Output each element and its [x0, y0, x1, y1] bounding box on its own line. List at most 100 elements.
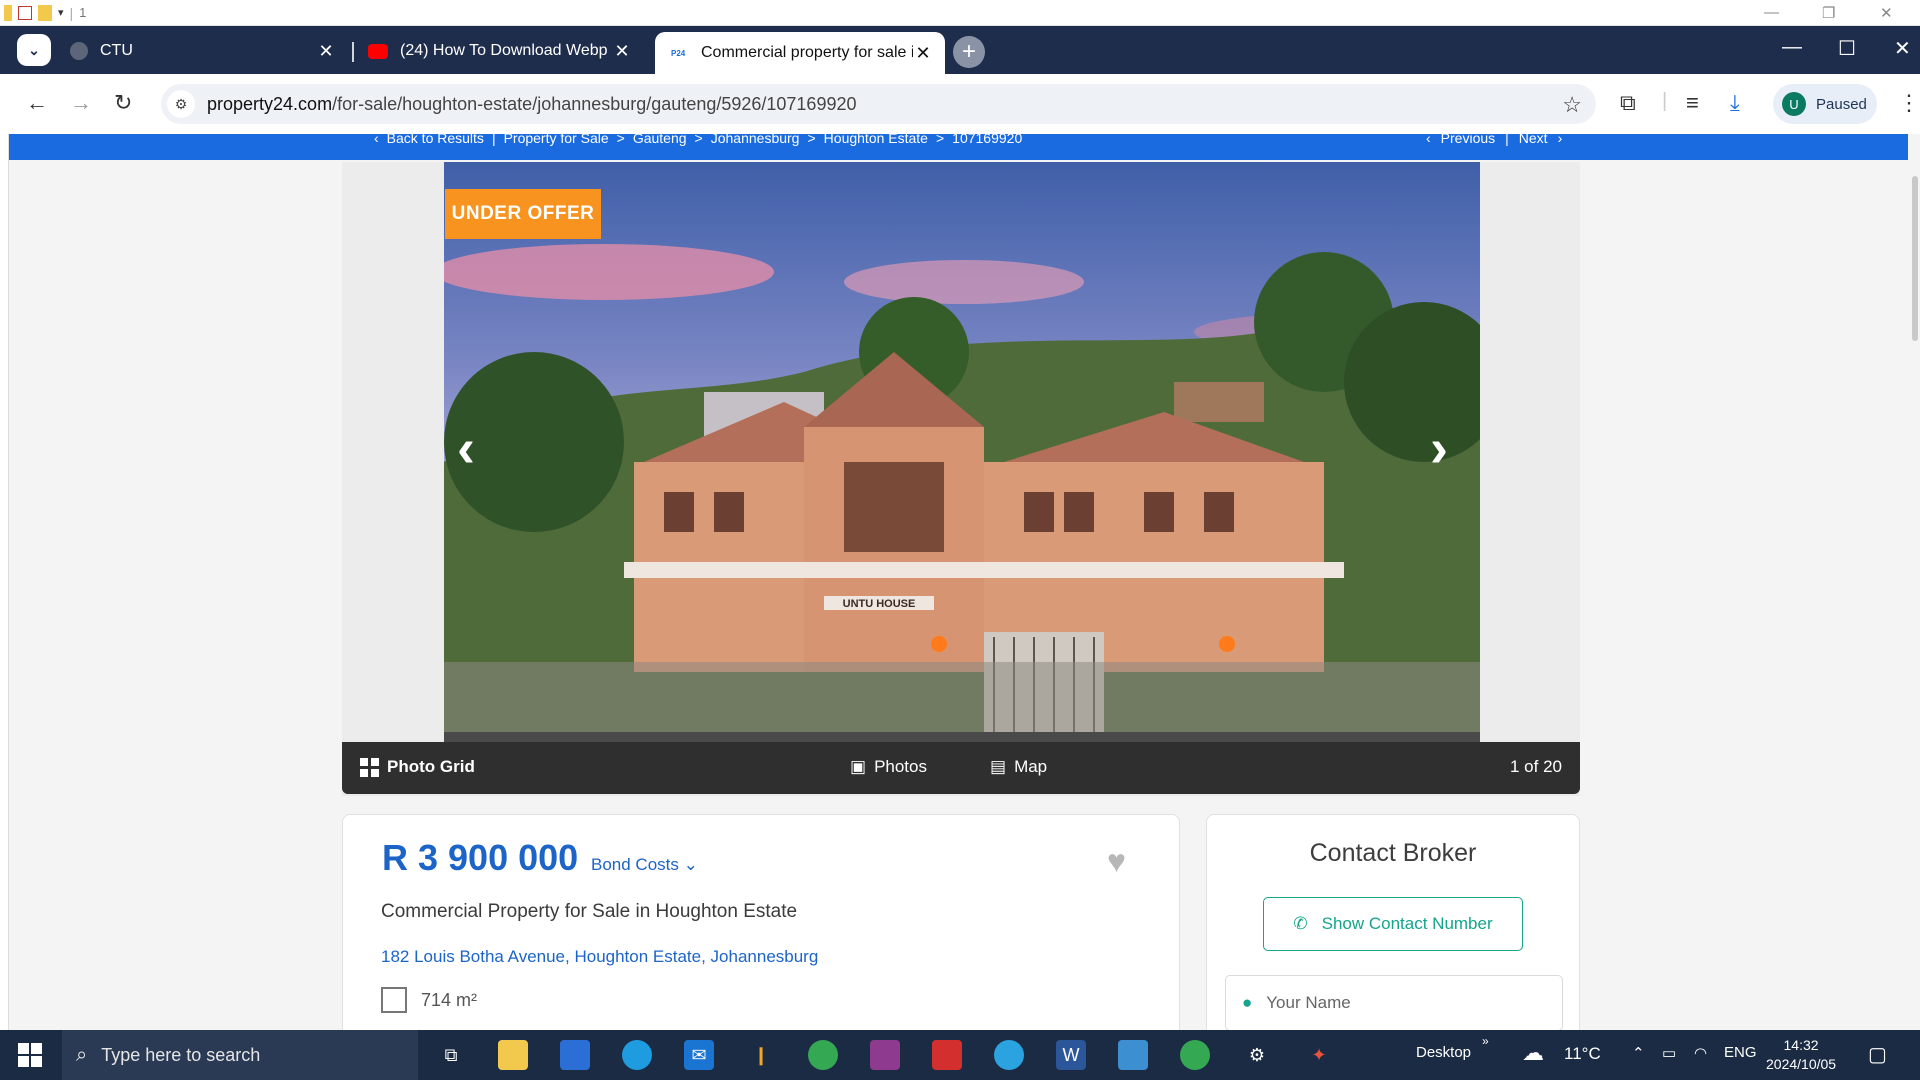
folder-icon[interactable] [4, 4, 12, 21]
download-icon[interactable]: ⤓ [1730, 90, 1740, 116]
close-tab-icon[interactable]: ✕ [316, 41, 336, 62]
settings-icon[interactable]: ⚙ [1242, 1040, 1272, 1070]
dropdown-arrow-icon[interactable]: ▾ [58, 6, 64, 19]
app-icon[interactable]: ❙ [746, 1040, 776, 1070]
previous-photo-arrow[interactable]: ‹ [457, 417, 475, 479]
forward-icon[interactable]: → [70, 90, 92, 116]
taskbar-search-box[interactable]: ⌕ Type here to search [62, 1030, 418, 1080]
winrar-icon[interactable] [870, 1040, 900, 1070]
telegram-icon[interactable] [994, 1040, 1024, 1070]
breadcrumb-bar: ‹ Back to Results | Property for Sale > … [9, 134, 1911, 160]
extensions-icon[interactable]: ⧉ [1620, 90, 1636, 116]
chrome-profile-icon[interactable] [1180, 1040, 1210, 1070]
listing-address-link[interactable]: 182 Louis Botha Avenue, Houghton Estate,… [381, 947, 818, 967]
site-info-icon[interactable]: ⚙ [167, 90, 195, 118]
user-icon: ● [1242, 993, 1253, 1012]
plus-icon: + [961, 38, 976, 65]
folder-icon[interactable] [38, 4, 52, 21]
minimize-icon[interactable]: — [1764, 4, 1779, 21]
show-hidden-icons-icon[interactable]: ⌃ [1632, 1044, 1645, 1062]
tab-search-button[interactable]: ⌄ [17, 34, 51, 66]
next-link[interactable]: Next [1519, 134, 1548, 146]
address-bar[interactable]: ⚙ property24.com/for-sale/houghton-estat… [161, 84, 1596, 124]
weather-temperature[interactable]: 11°C [1564, 1044, 1601, 1064]
breadcrumb-separator: | [491, 134, 496, 146]
quick-access-strip: ▾ | 1 — ❐ ✕ [0, 0, 1920, 26]
tab-divider [352, 42, 354, 62]
close-tab-icon[interactable]: ✕ [612, 41, 632, 62]
app-icon[interactable]: ✦ [1304, 1040, 1334, 1070]
close-icon[interactable]: ✕ [1894, 36, 1911, 61]
your-name-field[interactable]: ● Your Name [1225, 975, 1563, 1030]
chrome-icon[interactable] [808, 1040, 838, 1070]
breadcrumb-gauteng[interactable]: Gauteng [633, 134, 687, 146]
page-scrollbar[interactable] [1908, 134, 1920, 1030]
breadcrumb-johannesburg[interactable]: Johannesburg [711, 134, 800, 146]
listing-size: 714 m² [381, 987, 477, 1013]
task-view-icon[interactable]: ⧉ [436, 1040, 466, 1070]
scrollbar-thumb[interactable] [1912, 176, 1918, 341]
edge-icon[interactable] [622, 1040, 652, 1070]
close-tab-icon[interactable]: ✕ [913, 43, 933, 64]
reload-icon[interactable]: ↻ [114, 90, 132, 116]
maximize-icon[interactable]: ☐ [1838, 36, 1856, 61]
map-button[interactable]: ▤ Map [990, 757, 1047, 777]
desktop-toolbar-label[interactable]: Desktop [1416, 1044, 1471, 1061]
back-icon[interactable]: ← [26, 90, 48, 116]
acrobat-icon[interactable] [932, 1040, 962, 1070]
breadcrumb-houghton-estate[interactable]: Houghton Estate [824, 134, 928, 146]
photos-button[interactable]: ▣ Photos [850, 757, 927, 777]
map-label: Map [1014, 757, 1048, 776]
bond-costs-toggle[interactable]: Bond Costs ⌄ [591, 855, 698, 875]
back-to-results-link[interactable]: Back to Results [387, 134, 484, 146]
media-controls-icon[interactable]: ≡ [1686, 90, 1699, 116]
tab-youtube[interactable]: (24) How To Download Webp In ✕ [356, 32, 644, 70]
language-indicator[interactable]: ENG [1724, 1044, 1757, 1061]
show-contact-number-label: Show Contact Number [1321, 914, 1493, 933]
file-explorer-icon[interactable] [498, 1040, 528, 1070]
mail-icon[interactable]: ✉ [684, 1040, 714, 1070]
photo-grid-button[interactable]: Photo Grid [360, 757, 475, 777]
microsoft-store-icon[interactable] [560, 1040, 590, 1070]
previous-link[interactable]: Previous [1441, 134, 1495, 146]
property-photo[interactable]: UNTU HOUSE [444, 162, 1480, 744]
restore-icon[interactable]: ❐ [1822, 4, 1835, 22]
clock-time: 14:32 [1783, 1037, 1819, 1053]
next-photo-arrow[interactable]: › [1430, 417, 1448, 479]
chevron-left-icon: ‹ [374, 134, 379, 146]
wifi-icon[interactable]: ◠ [1694, 1044, 1707, 1062]
floor-size-value: 714 m² [421, 989, 478, 1010]
tab-property24[interactable]: P24 Commercial property for sale in ✕ [655, 32, 945, 74]
photo-counter: 1 of 20 [1510, 757, 1562, 777]
breadcrumb-property-for-sale[interactable]: Property for Sale [504, 134, 609, 146]
toolbar-expand-icon[interactable]: » [1482, 1034, 1489, 1048]
image-icon: ▣ [850, 757, 867, 776]
show-contact-number-button[interactable]: ✆ Show Contact Number [1263, 897, 1523, 951]
url-text[interactable]: property24.com/for-sale/houghton-estate/… [207, 94, 857, 115]
listing-details-card: R 3 900 000 Bond Costs ⌄ ♥ Commercial Pr… [342, 814, 1180, 1030]
breadcrumb-separator: > [935, 134, 945, 146]
close-icon[interactable]: ✕ [1880, 4, 1893, 22]
favourite-heart-icon[interactable]: ♥ [1107, 843, 1126, 880]
property24-favicon-icon: P24 [671, 48, 686, 58]
new-tab-button[interactable]: + [953, 36, 985, 68]
avatar: U [1782, 92, 1806, 116]
breadcrumb-separator: > [694, 134, 703, 146]
taskbar-clock[interactable]: 14:32 2024/10/05 [1766, 1036, 1836, 1074]
menu-icon[interactable]: ⋮ [1898, 90, 1920, 116]
minimize-icon[interactable]: — [1782, 36, 1802, 59]
word-icon[interactable]: W [1056, 1040, 1086, 1070]
breadcrumb-listing-id: 107169920 [952, 134, 1023, 146]
chevron-down-icon: ⌄ [28, 41, 40, 58]
battery-icon[interactable]: ▭ [1662, 1044, 1676, 1062]
checklist-icon[interactable] [18, 5, 32, 20]
tab-ctu[interactable]: CTU ✕ [58, 32, 348, 70]
page-indicator: 1 [79, 5, 87, 20]
notifications-icon[interactable]: ▢ [1868, 1042, 1887, 1067]
windows-start-icon[interactable] [18, 1043, 42, 1067]
photos-app-icon[interactable] [1118, 1040, 1148, 1070]
weather-icon[interactable]: ☁ [1522, 1040, 1544, 1066]
bookmark-star-icon[interactable]: ☆ [1562, 92, 1582, 118]
profile-button[interactable]: U Paused [1773, 84, 1877, 124]
url-host: property24.com [207, 93, 333, 114]
